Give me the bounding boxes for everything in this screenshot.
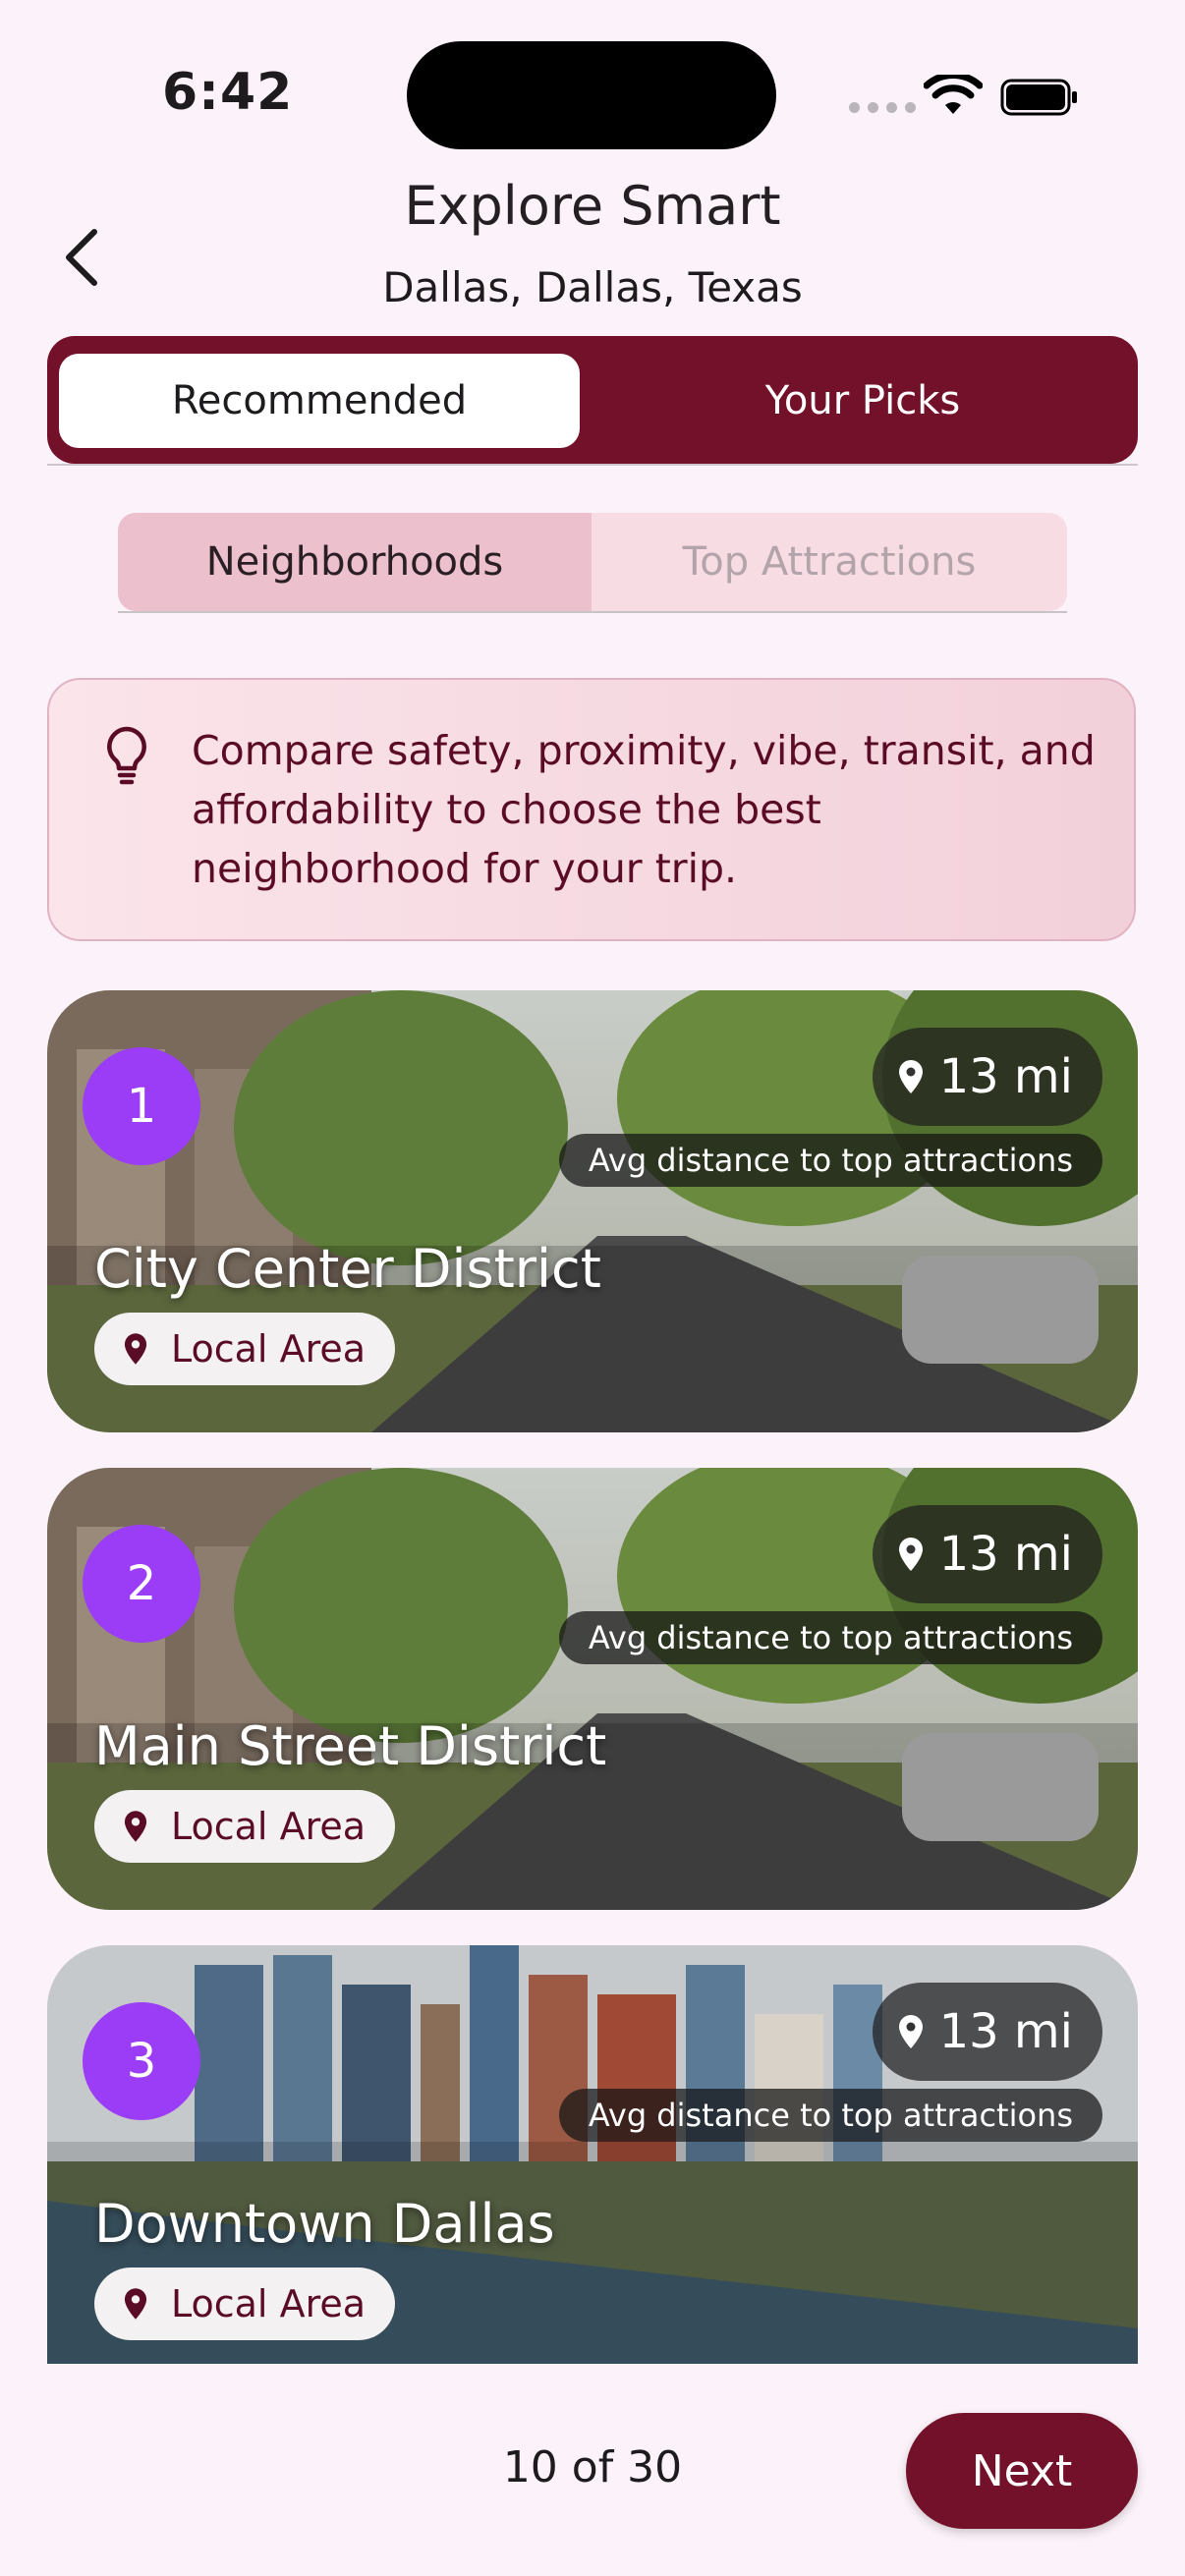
avg-distance-label: Avg distance to top attractions	[558, 1134, 1102, 1187]
cellular-signal-icon	[849, 102, 916, 113]
subtabs-divider	[118, 611, 1067, 613]
neighborhood-name: Downtown Dallas	[94, 2193, 555, 2255]
local-area-chip: Local Area	[94, 2268, 396, 2340]
distance-pill: 13 mi	[872, 1505, 1102, 1603]
local-area-chip: Local Area	[94, 1313, 396, 1385]
location-pin-icon	[124, 1333, 147, 1365]
tab-your-picks[interactable]: Your Picks	[597, 354, 1128, 448]
rank-badge: 2	[83, 1525, 200, 1643]
distance-value: 13 mi	[938, 1049, 1073, 1104]
tab-recommended[interactable]: Recommended	[59, 354, 580, 448]
rank-badge: 1	[83, 1047, 200, 1165]
avg-distance-label: Avg distance to top attractions	[558, 2089, 1102, 2142]
lightbulb-icon	[107, 726, 146, 785]
wifi-icon	[924, 75, 983, 114]
location-pin-icon	[898, 2015, 923, 2048]
location-subtitle: Dallas, Dallas, Texas	[382, 263, 803, 311]
neighborhood-name: City Center District	[94, 1238, 601, 1300]
tab-neighborhoods[interactable]: Neighborhoods	[118, 513, 592, 611]
tab-top-attractions[interactable]: Top Attractions	[592, 513, 1067, 611]
dynamic-island	[407, 41, 776, 149]
location-pin-icon	[124, 1811, 147, 1842]
distance-pill: 13 mi	[872, 1028, 1102, 1126]
local-area-label: Local Area	[171, 1805, 367, 1848]
location-pin-icon	[124, 2288, 147, 2320]
location-pin-icon	[898, 1538, 923, 1571]
neighborhood-card[interactable]: 2 13 mi Avg distance to top attractions …	[47, 1468, 1138, 1910]
category-tabs: Neighborhoods Top Attractions	[118, 513, 1067, 611]
neighborhood-card[interactable]: 1 13 mi Avg distance to top attractions …	[47, 990, 1138, 1432]
status-time: 6:42	[162, 63, 294, 122]
neighborhood-name: Main Street District	[94, 1715, 607, 1777]
tabs-divider	[47, 464, 1138, 466]
local-area-label: Local Area	[171, 1327, 367, 1371]
distance-value: 13 mi	[938, 2004, 1073, 2059]
neighborhood-card[interactable]: 3 13 mi Avg distance to top attractions …	[47, 1945, 1138, 2368]
info-text: Compare safety, proximity, vibe, transit…	[192, 727, 1096, 892]
distance-value: 13 mi	[938, 1527, 1073, 1582]
avg-distance-label: Avg distance to top attractions	[558, 1611, 1102, 1664]
view-tabs: Recommended Your Picks	[47, 336, 1138, 464]
next-button[interactable]: Next	[906, 2413, 1138, 2529]
page-title: Explore Smart	[404, 175, 781, 237]
location-pin-icon	[898, 1060, 923, 1093]
local-area-chip: Local Area	[94, 1790, 396, 1863]
battery-icon	[1000, 79, 1077, 116]
local-area-label: Local Area	[171, 2282, 367, 2325]
rank-badge: 3	[83, 2002, 200, 2120]
distance-pill: 13 mi	[872, 1983, 1102, 2081]
